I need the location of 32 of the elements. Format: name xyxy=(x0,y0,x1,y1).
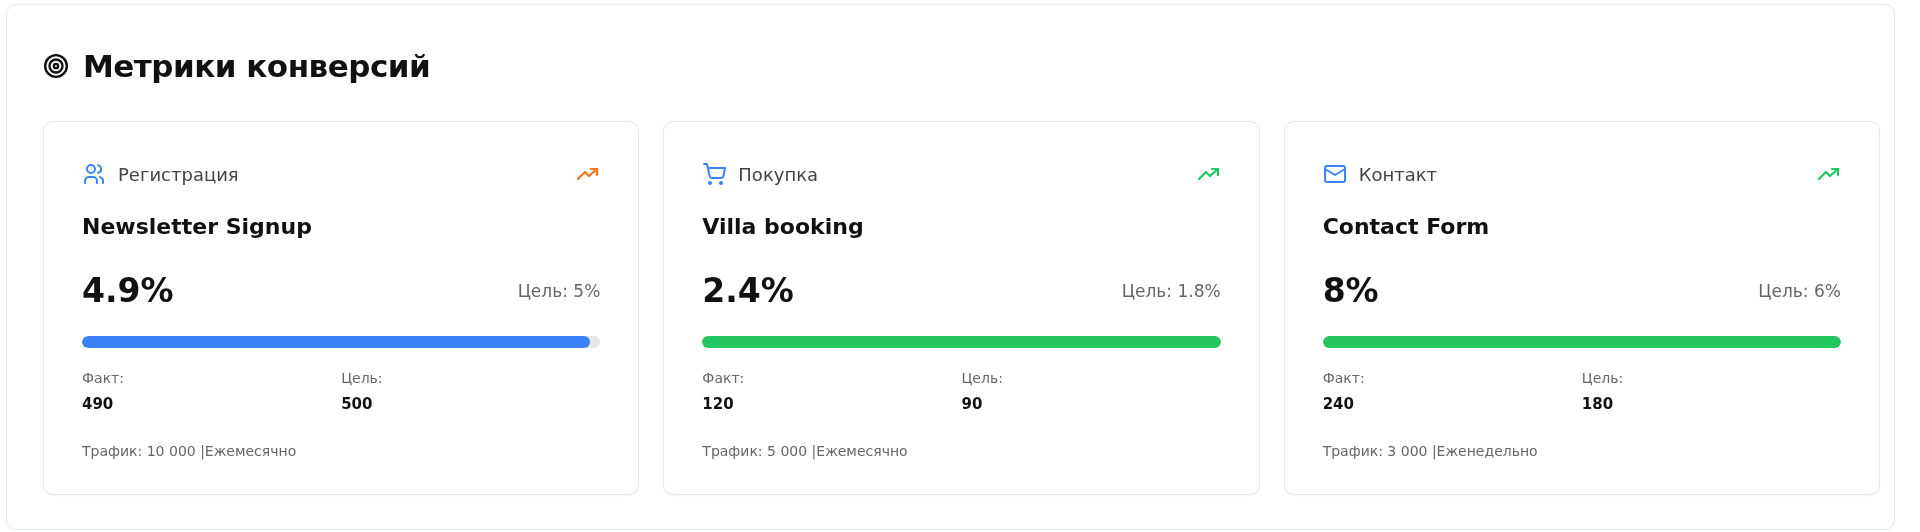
goal-label: Цель: 1.8% xyxy=(1121,280,1221,301)
users-icon xyxy=(82,162,106,186)
category-label: Покупка xyxy=(738,163,819,185)
goal-label: Цель: 5% xyxy=(517,280,601,301)
mail-icon xyxy=(1322,162,1347,186)
metric-name: Newsletter Signup xyxy=(82,214,313,239)
stat-label: Цель: xyxy=(341,370,384,386)
metric-name: Villa booking xyxy=(702,214,865,239)
section-title: Метрики конверсий xyxy=(83,48,431,84)
stat-value: 120 xyxy=(702,395,735,413)
conversion-rate: 2.4% xyxy=(702,271,794,310)
stat-value: 180 xyxy=(1581,395,1615,413)
goal-label: Цель: 6% xyxy=(1758,280,1841,301)
traffic-info: Трафик: 10 000 |Ежемесячно xyxy=(82,443,298,459)
stat-label: Цель: xyxy=(961,370,1004,386)
category-label: Регистрация xyxy=(118,163,239,185)
traffic-info: Трафик: 5 000 |Ежемесячно xyxy=(702,443,909,459)
conversion-rate: 4.9% xyxy=(82,271,174,310)
cart-icon xyxy=(702,162,727,186)
stat-value: 490 xyxy=(82,395,115,413)
metric-name: Contact Form xyxy=(1322,214,1491,239)
stat-value: 90 xyxy=(961,395,984,413)
stat-label: Факт: xyxy=(702,370,746,386)
conversion-rate: 8% xyxy=(1322,271,1379,310)
category-label: Контакт xyxy=(1358,163,1438,185)
stat-label: Цель: xyxy=(1581,370,1625,386)
stat-label: Факт: xyxy=(1322,370,1366,386)
traffic-info: Трафик: 3 000 |Еженедельно xyxy=(1322,443,1539,459)
stat-label: Факт: xyxy=(82,370,125,386)
stat-value: 240 xyxy=(1322,395,1355,413)
stat-value: 500 xyxy=(341,395,374,413)
target-icon xyxy=(43,53,69,79)
